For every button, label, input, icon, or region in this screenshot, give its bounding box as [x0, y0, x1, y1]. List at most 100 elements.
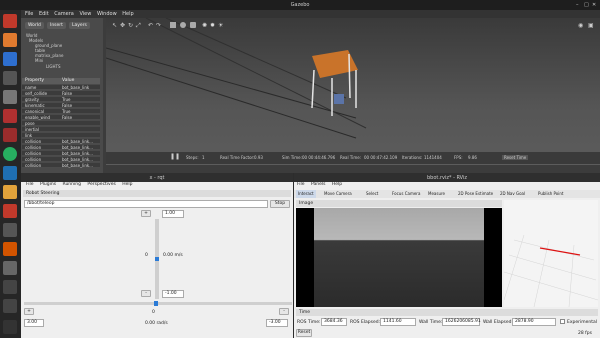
point-light-icon[interactable]: ✺ — [202, 22, 207, 29]
stop-button[interactable]: Stop — [270, 200, 290, 208]
app-icon-15[interactable] — [3, 280, 17, 294]
property-row[interactable]: pose — [22, 121, 100, 126]
property-row[interactable]: kinematic False — [22, 103, 100, 108]
menu-help[interactable]: Help — [332, 182, 342, 187]
linear-decrease-button[interactable]: - — [141, 290, 151, 297]
menu-file[interactable]: File — [297, 182, 305, 187]
tree-item[interactable]: Mini — [35, 58, 43, 63]
property-row[interactable]: collision bot_base_link... — [22, 139, 100, 144]
angular-right-button[interactable]: - — [279, 308, 289, 315]
app-icon-13[interactable] — [3, 242, 17, 256]
app-icon-6[interactable] — [3, 109, 17, 123]
linear-slider-handle[interactable] — [155, 257, 159, 261]
menu-camera[interactable]: Camera — [54, 11, 74, 17]
property-row[interactable]: collision bot_base_link... — [22, 157, 100, 162]
sphere-shape-icon[interactable] — [180, 22, 186, 28]
app-icon-9[interactable] — [3, 166, 17, 180]
linear-slider[interactable] — [155, 219, 159, 299]
tool-interact[interactable]: Interact — [296, 190, 316, 198]
tool-move-camera[interactable]: Move Camera — [324, 190, 352, 198]
pause-icon[interactable]: ❚❚ — [170, 153, 180, 160]
menu-edit[interactable]: Edit — [39, 11, 49, 17]
app-icon-10[interactable] — [3, 185, 17, 199]
minimize-icon[interactable]: – — [576, 2, 579, 8]
property-row[interactable]: gravity True — [22, 97, 100, 102]
app-icon-16[interactable] — [3, 299, 17, 313]
property-row[interactable]: canonical True — [22, 109, 100, 114]
property-value: bot_base_link... — [62, 157, 93, 162]
redo-icon[interactable]: ↷ — [156, 22, 161, 29]
rqt-title-bar: x - rqt — [21, 173, 293, 182]
scale-tool-icon[interactable]: ⤢ — [136, 22, 141, 30]
property-row[interactable]: collision bot_base_link... — [22, 145, 100, 150]
menu-help[interactable]: Help — [122, 182, 132, 187]
show-apps-icon[interactable] — [3, 320, 17, 334]
menu-perspectives[interactable]: Perspectives — [87, 182, 115, 187]
translate-tool-icon[interactable]: ✥ — [120, 22, 125, 29]
tool-focus-camera[interactable]: Focus Camera — [392, 190, 420, 198]
tool-2d-nav-goal[interactable]: 2D Nav Goal — [500, 190, 525, 198]
menu-window[interactable]: Window — [97, 11, 117, 17]
angular-left-input[interactable]: 3.00 — [24, 319, 44, 327]
property-row[interactable]: name bot_base_link — [22, 85, 100, 90]
gazebo-3d-view[interactable] — [106, 18, 600, 165]
cylinder-shape-icon[interactable] — [190, 22, 196, 28]
record-icon[interactable]: ▣ — [588, 22, 594, 29]
app-icon-2[interactable] — [3, 33, 17, 47]
close-icon[interactable]: ✕ — [592, 2, 596, 8]
menu-running[interactable]: Running — [63, 182, 81, 187]
tree-item[interactable]: LIGHTS — [46, 64, 61, 69]
linear-min-input[interactable]: -1.00 — [162, 290, 184, 298]
vscode-icon[interactable] — [3, 52, 17, 66]
reset-button[interactable]: Reset — [296, 329, 312, 337]
directional-light-icon[interactable]: ☀ — [218, 22, 223, 29]
experimental-checkbox[interactable] — [560, 319, 565, 324]
spotify-icon[interactable] — [3, 147, 17, 161]
property-row[interactable]: collision bot_base_link... — [22, 163, 100, 168]
3d-view-panel[interactable] — [503, 200, 599, 308]
topic-input[interactable]: /bbot/teleop — [24, 200, 268, 208]
angular-right-input[interactable]: -3.00 — [266, 319, 288, 327]
menu-help[interactable]: Help — [122, 11, 133, 17]
app-icon-1[interactable] — [3, 14, 17, 28]
angular-slider-handle[interactable] — [154, 301, 158, 306]
menu-panels[interactable]: Panels — [311, 182, 325, 187]
linear-max-input[interactable]: 1.00 — [162, 210, 184, 218]
angular-left-button[interactable]: + — [24, 308, 34, 315]
property-row[interactable]: collision bot_base_link... — [22, 151, 100, 156]
app-icon-11[interactable] — [3, 204, 17, 218]
rviz-icon[interactable] — [3, 261, 17, 275]
app-icon-12[interactable] — [3, 223, 17, 237]
menu-plugins[interactable]: Plugins — [40, 182, 56, 187]
angular-slider[interactable] — [24, 301, 292, 306]
rotate-tool-icon[interactable]: ↻ — [128, 22, 133, 29]
property-row[interactable]: self_collide False — [22, 91, 100, 96]
app-icon-7[interactable] — [3, 128, 17, 142]
reset-time-button[interactable]: Reset Time — [502, 155, 529, 160]
app-icon-5[interactable] — [3, 90, 17, 104]
screenshot-icon[interactable]: ◉ — [578, 22, 583, 29]
wall-time-value: 1626206085.91 — [442, 318, 481, 326]
select-tool-icon[interactable]: ↖ — [112, 22, 117, 29]
undo-icon[interactable]: ↶ — [148, 22, 153, 29]
maximize-icon[interactable]: □ — [584, 2, 589, 8]
tool-select[interactable]: Select — [366, 190, 378, 198]
app-icon-4[interactable] — [3, 71, 17, 85]
gazebo-status-bar: ❚❚ Steps: 1 Real Time Factor: 0.93 Sim T… — [106, 152, 600, 164]
tool-publish-point[interactable]: Publish Point — [538, 190, 563, 198]
tab-layers[interactable]: Layers — [69, 22, 90, 29]
menu-file[interactable]: File — [25, 11, 33, 17]
linear-increase-button[interactable]: + — [141, 210, 151, 217]
tab-insert[interactable]: Insert — [47, 22, 66, 29]
property-row[interactable]: enable_wind False — [22, 115, 100, 120]
tab-world[interactable]: World — [25, 22, 44, 29]
tool-measure[interactable]: Measure — [428, 190, 445, 198]
wall-time-label: Wall Time: — [419, 320, 443, 325]
tool-2d-pose-estimate[interactable]: 2D Pose Estimate — [458, 190, 493, 198]
property-row[interactable]: link — [22, 133, 100, 138]
property-row[interactable]: inertial — [22, 127, 100, 132]
box-shape-icon[interactable] — [170, 22, 176, 28]
menu-view[interactable]: View — [79, 11, 91, 17]
menu-file[interactable]: File — [26, 182, 34, 187]
spot-light-icon[interactable]: ✹ — [210, 22, 215, 29]
